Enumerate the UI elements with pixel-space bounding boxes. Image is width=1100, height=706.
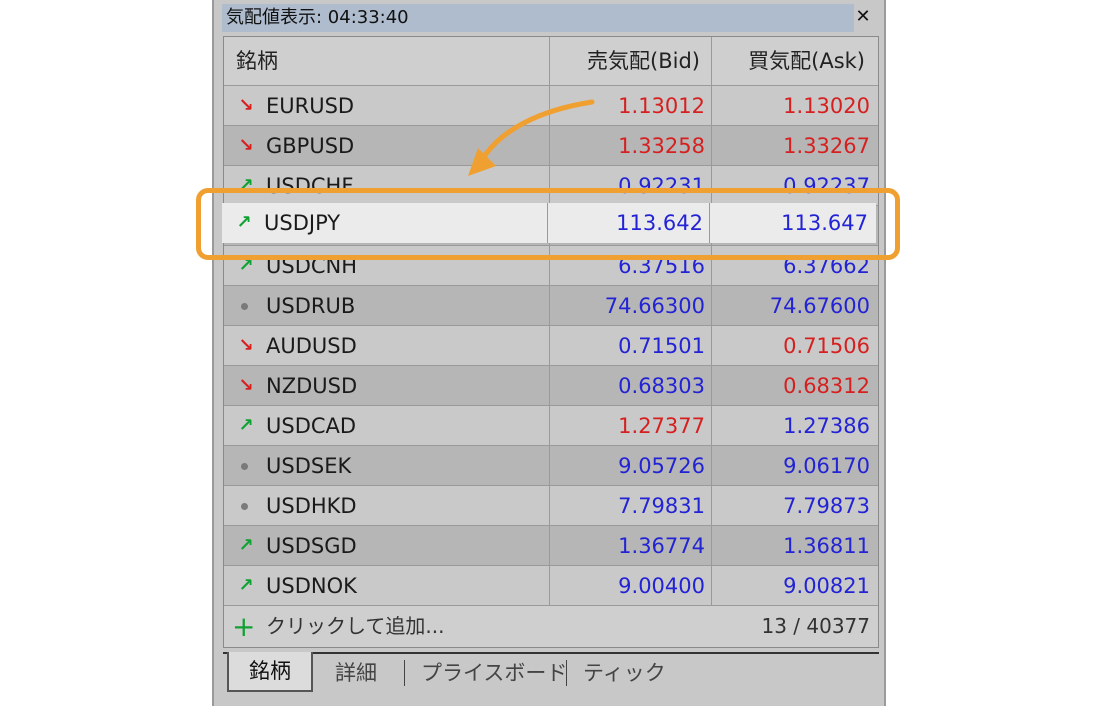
callout-arrow-icon bbox=[468, 99, 595, 176]
